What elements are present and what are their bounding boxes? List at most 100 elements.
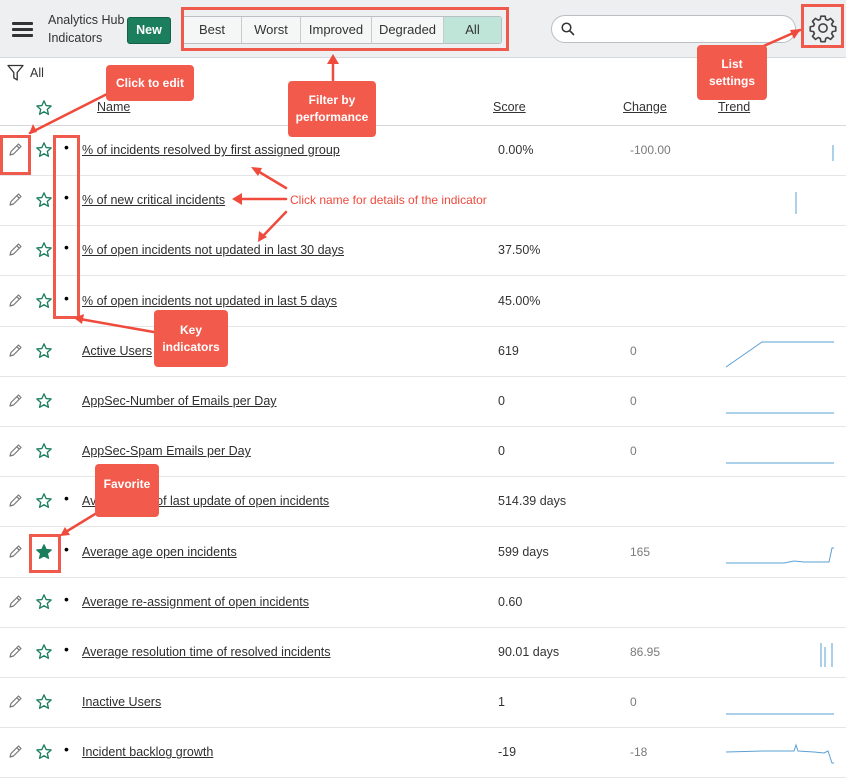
search-box xyxy=(551,15,796,43)
indicator-row[interactable]: • % of open incidents not updated in last… xyxy=(0,277,846,327)
indicator-name-link[interactable]: % of new critical incidents xyxy=(82,193,225,207)
list-line: List xyxy=(721,57,743,71)
star-filled-icon[interactable] xyxy=(35,543,53,561)
indicator-row[interactable]: • % of incidents resolved by first assign… xyxy=(0,126,846,176)
star-outline-icon[interactable] xyxy=(35,643,53,661)
pencil-icon[interactable] xyxy=(7,192,23,208)
indicator-change: 0 xyxy=(630,444,637,459)
performance-filter-group: Best Worst Improved Degraded All xyxy=(182,16,502,44)
pencil-icon[interactable] xyxy=(7,694,23,710)
indicators-line: indicators xyxy=(162,340,220,354)
pencil-icon[interactable] xyxy=(7,644,23,660)
indicator-score: 0 xyxy=(498,394,505,408)
indicator-name-link[interactable]: % of open incidents not updated in last … xyxy=(82,294,337,308)
indicator-name-link[interactable]: AppSec-Spam Emails per Day xyxy=(82,444,251,458)
column-header-change[interactable]: Change xyxy=(623,100,667,114)
favorite-line: Favorite xyxy=(103,477,151,491)
pencil-icon[interactable] xyxy=(7,744,23,760)
indicator-score: 599 days xyxy=(498,544,549,559)
indicator-score: 514.39 days xyxy=(498,494,567,509)
indicator-score: 37.50% xyxy=(498,243,541,258)
indicator-row[interactable]: • Incident backlog growth -19 -18 xyxy=(0,728,846,778)
star-outline-icon[interactable] xyxy=(35,593,53,611)
indicator-name-link[interactable]: Average age open incidents xyxy=(82,545,237,559)
search-icon xyxy=(561,22,575,36)
pencil-icon[interactable] xyxy=(7,594,23,610)
pencil-icon[interactable] xyxy=(7,443,23,459)
indicator-change: 165 xyxy=(630,544,651,559)
star-outline-icon[interactable] xyxy=(35,492,53,510)
indicator-score: -19 xyxy=(498,745,517,760)
pencil-icon[interactable] xyxy=(7,493,23,509)
indicator-row[interactable]: Active Users 619 0 xyxy=(0,327,846,377)
indicator-name-link[interactable]: Inactive Users xyxy=(82,695,161,709)
indicator-name-link[interactable]: AppSec-Number of Emails per Day xyxy=(82,394,277,408)
key-indicator-bullet: • xyxy=(64,741,69,758)
filter-degraded-button[interactable]: Degraded xyxy=(372,17,444,43)
star-outline-icon[interactable] xyxy=(35,241,53,259)
new-button[interactable]: New xyxy=(127,17,171,44)
filter-all-button[interactable]: All xyxy=(444,17,501,43)
trend-sparkline xyxy=(820,643,833,667)
indicator-row[interactable]: • Average age open incidents 599 days 165 xyxy=(0,528,846,578)
trend-sparkline xyxy=(725,341,834,368)
star-outline-icon[interactable] xyxy=(35,191,53,209)
star-outline-icon[interactable] xyxy=(35,743,53,761)
indicator-name-link[interactable]: % of open incidents not updated in last … xyxy=(82,243,344,257)
star-outline-icon[interactable] xyxy=(35,442,53,460)
key-indicator-bullet: • xyxy=(64,139,69,155)
indicator-row[interactable]: AppSec-Number of Emails per Day 0 0 xyxy=(0,377,846,427)
favorite-callout: Favorite xyxy=(95,464,159,517)
star-outline-icon[interactable] xyxy=(35,141,53,159)
indicator-name-link[interactable]: % of incidents resolved by first assigne… xyxy=(82,143,340,157)
filter-improved-button[interactable]: Improved xyxy=(301,17,372,43)
star-outline-icon[interactable] xyxy=(35,342,53,360)
indicator-score: 0.00% xyxy=(498,143,534,157)
column-header-name[interactable]: Name xyxy=(97,100,130,114)
pencil-icon[interactable] xyxy=(7,393,23,409)
click-name-annotation: Click name for details of the indicator xyxy=(290,193,487,207)
indicator-row[interactable]: • % of open incidents not updated in last… xyxy=(0,226,846,277)
trend-sparkline xyxy=(725,743,834,764)
star-outline-icon[interactable] xyxy=(35,292,53,310)
column-header-score[interactable]: Score xyxy=(493,100,526,114)
filter-best-button[interactable]: Best xyxy=(183,17,242,43)
page-title: Analytics Hub Indicators xyxy=(48,11,124,47)
pencil-icon[interactable] xyxy=(7,544,23,560)
filter-worst-button[interactable]: Worst xyxy=(242,17,301,43)
star-outline-icon[interactable] xyxy=(35,693,53,711)
indicator-score: 619 xyxy=(498,343,519,358)
indicator-row[interactable]: • Average re-assignment of open incidents… xyxy=(0,578,846,628)
filter-breadcrumb-label: All xyxy=(30,66,44,80)
indicator-row[interactable]: Inactive Users 1 0 xyxy=(0,678,846,729)
trend-sparkline xyxy=(726,713,834,715)
indicator-change: 0 xyxy=(630,695,637,710)
key-line: Key xyxy=(179,323,202,337)
pencil-icon[interactable] xyxy=(7,343,23,359)
key-indicators-callout: Key indicators xyxy=(154,310,228,367)
indicator-score: 0 xyxy=(498,444,505,459)
key-indicator-bullet: • xyxy=(64,641,69,657)
favorites-column-star-icon[interactable] xyxy=(35,99,53,117)
indicator-name-link[interactable]: Active Users xyxy=(82,344,152,358)
indicator-change: 0 xyxy=(630,394,637,408)
gear-icon[interactable] xyxy=(808,13,838,43)
trend-sparkline xyxy=(726,462,834,464)
indicator-name-link[interactable]: Average resolution time of resolved inci… xyxy=(82,645,331,659)
indicator-change: -100.00 xyxy=(630,143,671,157)
indicator-name-link[interactable]: Average re-assignment of open incidents xyxy=(82,595,309,609)
key-indicator-bullet: • xyxy=(64,490,69,507)
pencil-icon[interactable] xyxy=(7,293,23,309)
indicator-name-link[interactable]: Incident backlog growth xyxy=(82,745,213,759)
star-outline-icon[interactable] xyxy=(35,392,53,410)
indicator-change: -18 xyxy=(630,745,648,760)
pencil-icon[interactable] xyxy=(7,242,23,258)
filter-by-line: Filter by xyxy=(308,93,356,107)
search-input[interactable] xyxy=(580,19,785,39)
indicator-change: 0 xyxy=(630,343,637,358)
column-header-trend[interactable]: Trend xyxy=(718,100,750,114)
indicator-row[interactable]: • Average resolution time of resolved inc… xyxy=(0,628,846,678)
pencil-icon[interactable] xyxy=(7,142,23,158)
menu-icon[interactable] xyxy=(12,22,33,38)
app-name: Analytics Hub xyxy=(48,13,125,27)
